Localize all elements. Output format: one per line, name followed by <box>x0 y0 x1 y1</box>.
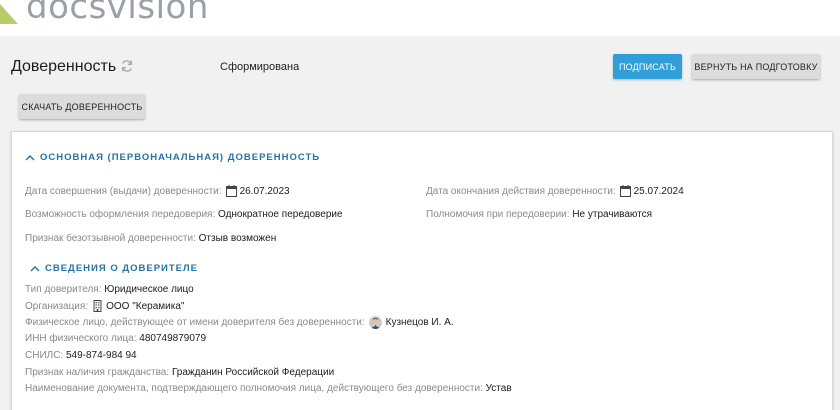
section-main-header[interactable]: ОСНОВНАЯ (ПЕРВОНАЧАЛЬНАЯ) ДОВЕРЕННОСТЬ <box>25 152 320 163</box>
end-date-label: Дата окончания действия доверенности: <box>426 185 616 197</box>
redelegation-label: Возможность оформления передоверия: <box>25 209 216 220</box>
issue-date-value: 26.07.2023 <box>239 185 290 197</box>
authority-doc-label: Наименование документа, подтверждающего … <box>25 383 483 394</box>
snils-label: СНИЛС: <box>25 350 64 361</box>
end-date-value: 25.07.2024 <box>633 185 684 197</box>
irrevocable-label: Признак безотзывной доверенности: <box>25 233 196 244</box>
irrevocable-value: Отзыв возможен <box>198 233 277 244</box>
redelegation-field: Возможность оформления передоверия: Одно… <box>25 209 343 220</box>
authority-doc-value: Устав <box>485 383 512 394</box>
organization-label: Организация: <box>25 300 89 312</box>
building-icon <box>93 300 102 312</box>
authority-doc-field: Наименование документа, подтверждающего … <box>25 383 512 394</box>
snils-value: 549-874-984 94 <box>65 350 137 361</box>
chevron-up-icon <box>25 155 35 161</box>
calendar-icon <box>619 185 631 197</box>
section-principal-header[interactable]: СВЕДЕНИЯ О ДОВЕРИТЕЛЕ <box>30 263 198 274</box>
inn-value: 480749879079 <box>139 333 207 344</box>
person-value[interactable]: Кузнецов И. А. <box>386 317 454 328</box>
logo-bar: docsvision <box>0 0 840 36</box>
snils-field: СНИЛС: 549-874-984 94 <box>25 350 137 361</box>
refresh-icon[interactable] <box>120 59 134 73</box>
person-field: Физическое лицо, действующее от имени до… <box>25 316 454 329</box>
powers-field: Полномочия при передоверии: Не утрачиваю… <box>426 209 652 220</box>
inn-label: ИНН физического лица: <box>25 333 137 344</box>
redelegation-value: Однократное передоверие <box>218 209 343 220</box>
principal-type-label: Тип доверителя: <box>25 284 102 295</box>
principal-type-field: Тип доверителя: Юридическое лицо <box>25 284 194 295</box>
details-card: ОСНОВНАЯ (ПЕРВОНАЧАЛЬНАЯ) ДОВЕРЕННОСТЬ Д… <box>11 131 833 410</box>
page-title: Доверенность <box>11 58 117 75</box>
organization-value: ООО "Керамика" <box>106 300 185 312</box>
sign-button[interactable]: ПОДПИСАТЬ <box>613 54 682 79</box>
principal-type-value: Юридическое лицо <box>104 284 194 295</box>
issue-date-field: Дата совершения (выдачи) доверенности: 2… <box>25 185 290 197</box>
calendar-icon <box>225 185 237 197</box>
section-main-title: ОСНОВНАЯ (ПЕРВОНАЧАЛЬНАЯ) ДОВЕРЕННОСТЬ <box>40 152 321 163</box>
organization-field: Организация: ООО "Керамика" <box>25 300 184 312</box>
chevron-up-icon <box>30 266 40 272</box>
logo: docsvision <box>26 0 209 27</box>
powers-label: Полномочия при передоверии: <box>426 209 570 220</box>
irrevocable-field: Признак безотзывной доверенности: Отзыв … <box>25 233 276 244</box>
person-label: Физическое лицо, действующее от имени до… <box>25 317 365 328</box>
citizenship-value: Гражданин Российской Федерации <box>171 367 335 378</box>
inn-field: ИНН физического лица: 480749879079 <box>25 333 206 344</box>
logo-mark-icon <box>0 4 18 24</box>
download-button[interactable]: СКАЧАТЬ ДОВЕРЕННОСТЬ <box>19 94 145 119</box>
citizenship-label: Признак наличия гражданства: <box>25 367 170 378</box>
citizenship-field: Признак наличия гражданства: Гражданин Р… <box>25 367 334 378</box>
section-principal-title: СВЕДЕНИЯ О ДОВЕРИТЕЛЕ <box>45 263 199 274</box>
end-date-field: Дата окончания действия доверенности: 25… <box>426 185 684 197</box>
return-to-preparation-button[interactable]: ВЕРНУТЬ НА ПОДГОТОВКУ <box>692 54 820 79</box>
status-text: Сформирована <box>220 61 300 73</box>
issue-date-label: Дата совершения (выдачи) доверенности: <box>25 185 222 197</box>
powers-value: Не утрачиваются <box>572 209 653 220</box>
avatar <box>368 316 382 329</box>
